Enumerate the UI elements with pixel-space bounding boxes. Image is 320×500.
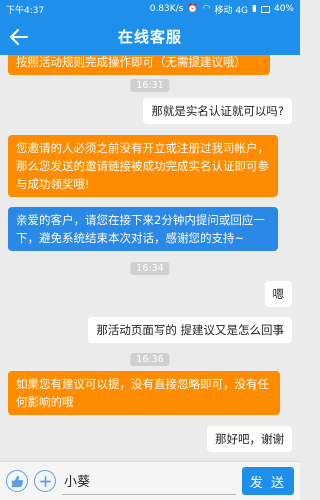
message-text: 您邀请的人必须之前没有开立或注册过我司帐户，那么您发送的邀请链接被成功完成实名认… bbox=[16, 141, 269, 191]
like-button[interactable] bbox=[6, 470, 28, 492]
chat-area[interactable]: 按照活动规则完成操作即可（无需提建议哦） 16:31 那就是实名认证就可以吗? … bbox=[0, 55, 300, 461]
timestamp: 16:31 bbox=[130, 79, 170, 92]
message-input[interactable] bbox=[62, 467, 236, 495]
timestamp: 16:34 bbox=[130, 262, 170, 275]
arrow-left-icon bbox=[10, 29, 28, 45]
agent-message: 如果您有建议可以提，没有直接忽略即可，没有任何影响的哦 bbox=[8, 371, 280, 415]
agent-message: 按照活动规则完成操作即可（无需提建议哦） bbox=[8, 55, 270, 75]
signal-icon: ▮ bbox=[252, 4, 257, 14]
status-time: 下午4:37 bbox=[6, 5, 45, 16]
add-button[interactable] bbox=[34, 470, 56, 492]
user-message: 那活动页面写的 提建议又是怎么回事 bbox=[88, 317, 292, 343]
message-text: 那好吧，谢谢 bbox=[215, 432, 284, 446]
back-button[interactable] bbox=[6, 24, 32, 50]
message-text: 如果您有建议可以提，没有直接忽略即可，没有任何影响的哦 bbox=[16, 377, 269, 409]
system-message: 亲爱的客户，请您在接下来2分钟内提问或回应一下，避免系统结束本次对话，感谢您的支… bbox=[8, 207, 278, 251]
input-bar: 发 送 bbox=[0, 461, 300, 500]
page-title: 在线客服 bbox=[117, 28, 182, 46]
alarm-icon: ⏰ bbox=[187, 4, 199, 14]
timestamp: 16:36 bbox=[130, 353, 170, 366]
status-bar: 下午4:37 0.83K/s ⏰ ◠ 移动 4G ▮ 40% bbox=[0, 0, 300, 18]
battery-icon bbox=[260, 5, 270, 13]
message-text: 那就是实名认证就可以吗? bbox=[151, 104, 284, 118]
message-text: 嗯 bbox=[272, 287, 285, 301]
message-text: 按照活动规则完成操作即可（无需提建议哦） bbox=[16, 55, 246, 69]
carrier-label: 移动 4G bbox=[214, 5, 249, 16]
user-message: 那就是实名认证就可以吗? bbox=[143, 98, 292, 124]
user-message: 嗯 bbox=[264, 281, 292, 307]
header: 在线客服 bbox=[0, 18, 300, 55]
agent-message: 您邀请的人必须之前没有开立或注册过我司帐户，那么您发送的邀请链接被成功完成实名认… bbox=[8, 135, 278, 197]
message-text: 亲爱的客户，请您在接下来2分钟内提问或回应一下，避免系统结束本次对话，感谢您的支… bbox=[16, 213, 265, 245]
user-message: 那好吧，谢谢 bbox=[207, 426, 292, 452]
message-text: 那活动页面写的 提建议又是怎么回事 bbox=[96, 323, 284, 337]
thumbs-up-icon bbox=[11, 475, 23, 487]
battery-level: 40% bbox=[273, 4, 294, 14]
network-speed: 0.83K/s bbox=[149, 4, 184, 14]
wifi-icon: ◠ bbox=[202, 4, 211, 14]
send-button[interactable]: 发 送 bbox=[242, 467, 294, 495]
plus-icon bbox=[39, 475, 51, 487]
